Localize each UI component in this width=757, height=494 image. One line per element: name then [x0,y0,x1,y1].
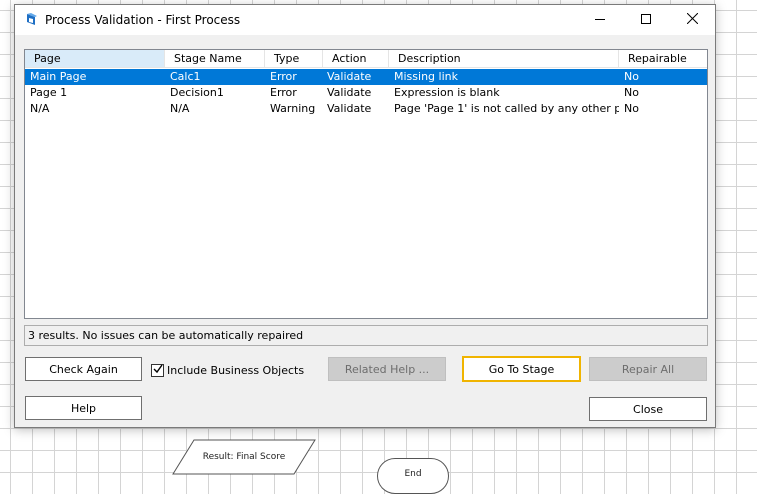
app-icon [24,13,38,27]
window-title: Process Validation - First Process [45,13,241,27]
cell-page: Main Page [30,70,87,83]
include-business-objects-option[interactable]: Include Business Objects [151,362,304,378]
cell-stage-name: N/A [170,102,190,115]
end-stage-shape[interactable]: End [377,458,449,494]
result-stage-label: Result: Final Score [202,452,286,462]
include-business-objects-label[interactable]: Include Business Objects [167,364,304,377]
column-header-type[interactable]: Type [265,50,323,68]
column-header-page[interactable]: Page [25,50,165,68]
cell-action: Validate [327,70,372,83]
cell-stage-name: Calc1 [170,70,201,83]
minimize-icon [595,14,605,27]
cell-type: Error [270,86,297,99]
column-header-stage-name[interactable]: Stage Name [165,50,265,68]
cell-stage-name: Decision1 [170,86,224,99]
maximize-icon [641,13,651,27]
title-bar[interactable]: Process Validation - First Process [15,5,715,35]
cell-type: Error [270,70,297,83]
cell-repairable: No [624,86,639,99]
include-business-objects-checkbox[interactable] [151,363,164,377]
help-button[interactable]: Help [25,396,142,420]
maximize-button[interactable] [623,5,669,35]
cell-action: Validate [327,86,372,99]
close-window-button[interactable] [669,5,715,35]
check-again-button[interactable]: Check Again [25,357,142,381]
column-header-description[interactable]: Description [389,50,619,68]
validation-results-list[interactable]: Page Stage Name Type Action Description … [24,49,708,319]
minimize-button[interactable] [577,5,623,35]
table-row[interactable]: Page 1 Decision1 Error Validate Expressi… [25,85,707,101]
close-icon [686,12,698,27]
cell-action: Validate [327,102,372,115]
table-row[interactable]: N/A N/A Warning Validate Page 'Page 1' i… [25,101,707,117]
status-bar: 3 results. No issues can be automaticall… [24,325,708,346]
cell-repairable: No [624,70,639,83]
cell-description: Expression is blank [394,86,500,99]
cell-description: Page 'Page 1' is not called by any other… [394,102,619,115]
cell-repairable: No [624,102,639,115]
cell-page: Page 1 [30,86,68,99]
close-button[interactable]: Close [589,397,707,421]
checkmark-icon [153,364,163,377]
related-help-button[interactable]: Related Help ... [328,357,446,381]
go-to-stage-button[interactable]: Go To Stage [462,356,581,382]
cell-page: N/A [30,102,50,115]
cell-type: Warning [270,102,316,115]
column-header-repairable[interactable]: Repairable [619,50,707,68]
result-stage-shape[interactable]: Result: Final Score [172,439,316,475]
column-header-action[interactable]: Action [323,50,389,68]
end-stage-label: End [404,469,422,479]
process-validation-dialog: Process Validation - First Process Page … [14,4,716,428]
repair-all-button[interactable]: Repair All [589,357,707,381]
cell-description: Missing link [394,70,458,83]
table-row[interactable]: Main Page Calc1 Error Validate Missing l… [25,69,707,85]
list-header: Page Stage Name Type Action Description … [25,50,707,68]
